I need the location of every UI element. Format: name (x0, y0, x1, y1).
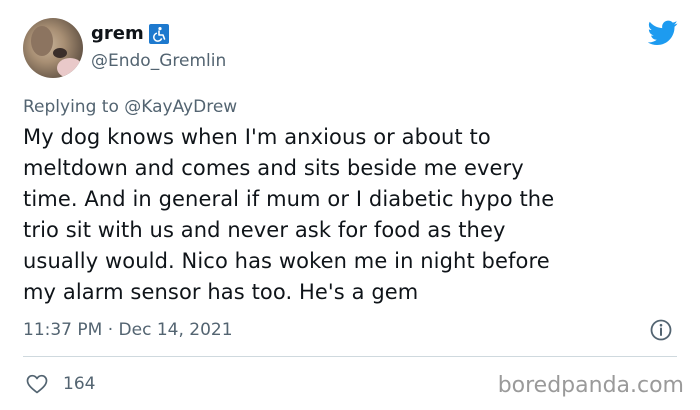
reply-prefix: Replying to (23, 97, 125, 117)
display-name-row: grem (91, 21, 169, 47)
display-name[interactable]: grem (91, 21, 144, 47)
wheelchair-icon (148, 24, 169, 44)
watermark: boredpanda.com (497, 373, 684, 398)
tweet-text: My dog knows when I'm anxious or about t… (23, 125, 555, 304)
twitter-bird-icon[interactable] (648, 20, 678, 46)
reply-mention-link[interactable]: @KayAyDrew (124, 97, 237, 117)
heart-icon (26, 374, 48, 394)
info-icon[interactable] (649, 318, 673, 342)
reply-context: Replying to @KayAyDrew (23, 95, 237, 119)
like-button[interactable]: 164 (25, 370, 95, 398)
like-count: 164 (63, 374, 96, 394)
tweet-timestamp[interactable]: 11:37 PM · Dec 14, 2021 (23, 318, 233, 342)
tweet-card: grem @Endo_Gremlin Replying to @KayAyDre… (0, 0, 700, 410)
divider (23, 356, 677, 357)
avatar[interactable] (23, 18, 83, 78)
user-handle[interactable]: @Endo_Gremlin (91, 49, 226, 73)
